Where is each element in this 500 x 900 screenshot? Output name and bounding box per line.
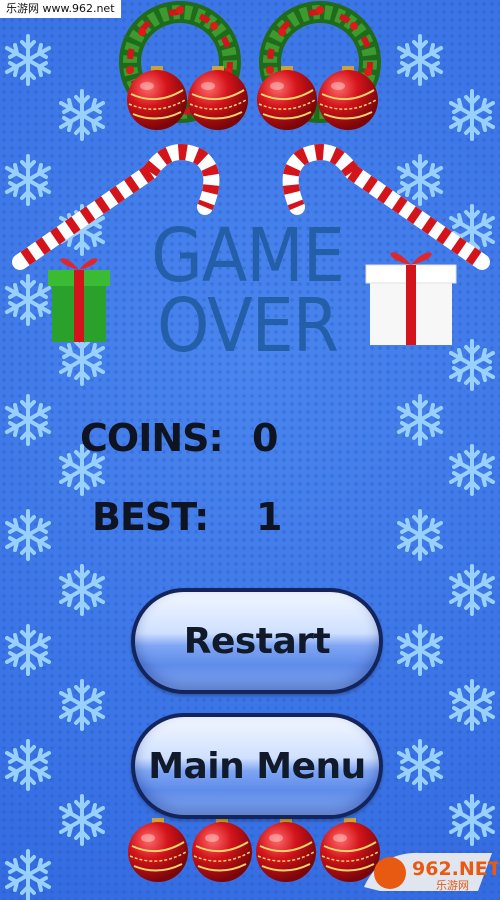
game-over-screen: 乐游网 www.962.net GAME OVER COINS: 0 BEST:…	[0, 0, 500, 900]
game-over-title-line1: GAME	[151, 213, 345, 299]
ornament-icon	[126, 65, 379, 131]
coins-value: 0	[252, 416, 278, 460]
ornament-icon	[127, 817, 381, 883]
restart-button[interactable]: Restart	[131, 588, 383, 694]
watermark-logo: 962.NET 乐游网	[364, 852, 498, 892]
watermark-logo-sub: 乐游网	[436, 879, 469, 892]
watermark-label: 乐游网 www.962.net	[0, 0, 121, 18]
restart-button-label: Restart	[183, 620, 331, 662]
coins-label: COINS:	[80, 416, 224, 460]
main-menu-button-label: Main Menu	[148, 745, 366, 787]
best-label: BEST:	[92, 495, 209, 539]
watermark-logo-text: 962.NET	[412, 858, 498, 880]
game-over-title-line2: OVER	[157, 283, 339, 369]
main-menu-button[interactable]: Main Menu	[131, 713, 383, 819]
best-value: 1	[256, 495, 282, 539]
